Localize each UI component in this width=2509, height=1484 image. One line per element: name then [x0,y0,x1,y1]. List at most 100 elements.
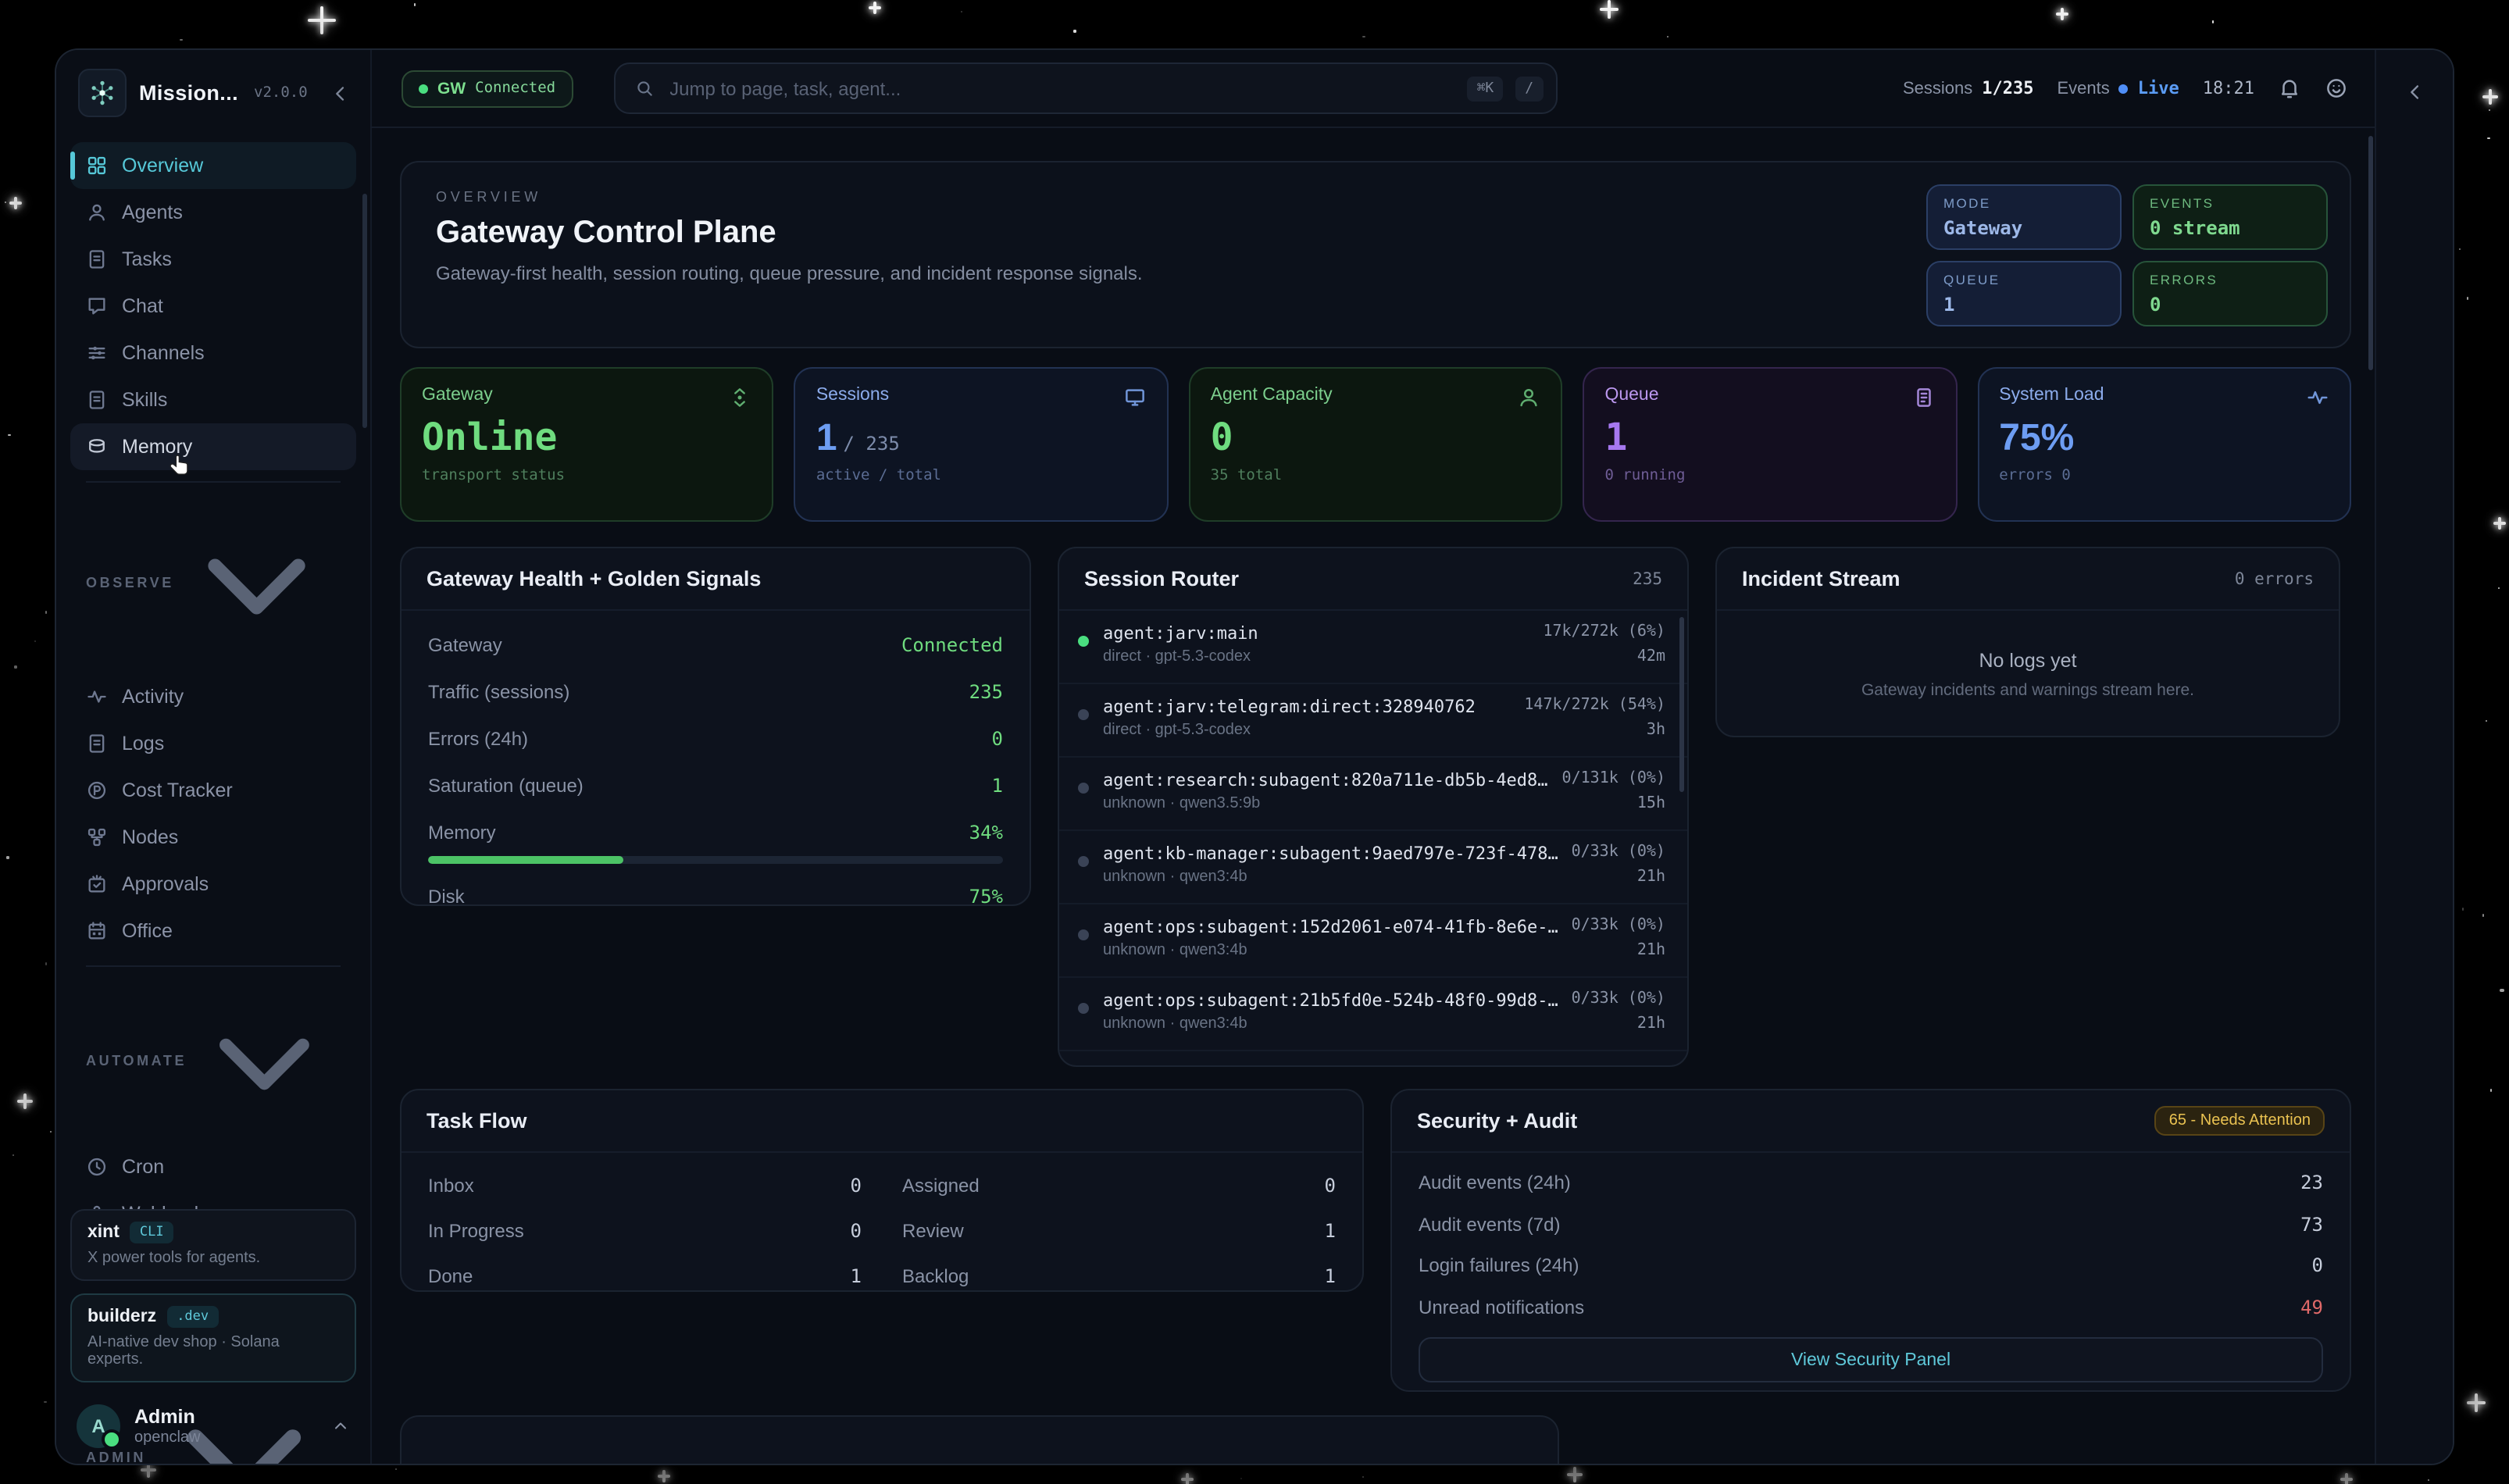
notification-bell-icon[interactable] [2278,77,2301,100]
sidebar-item-label: Overview [122,155,203,177]
sidebar: Mission... v2.0.0 Overview Agents Tasks [56,50,372,1464]
stat-sub: active / total [816,467,1147,484]
task-flow-panel: Task Flow Inbox 0 Assigned 0 In Progress… [400,1089,1364,1292]
stat-card-gateway[interactable]: Gateway Online transport status [400,367,774,522]
stat-card-queue[interactable]: Queue 1 0 running [1583,367,1957,522]
gateway-code: GW [437,79,466,98]
session-row[interactable]: agent:ops:subagent:152d2061-e074-41fb-8e… [1059,903,1687,976]
app-window: Mission... v2.0.0 Overview Agents Tasks [56,50,2453,1464]
search-input[interactable] [666,76,1454,101]
sidebar-section-observe[interactable]: OBSERVE [70,494,356,672]
sidebar-item-cron[interactable]: Cron [70,1143,356,1190]
task-flow-cell: Done 1 [428,1265,862,1287]
health-row: Errors (24h) 0 [428,728,1003,750]
session-list: agent:jarv:main17k/272k (6%) direct · gp… [1059,611,1687,1067]
session-age: 21h [1637,1015,1665,1033]
sidebar-item-label: Tasks [122,248,172,270]
stat-label: System Load [1999,386,2104,405]
sidebar-item-nodes[interactable]: Nodes [70,813,356,860]
section-label: AUTOMATE [86,1053,187,1068]
sidebar-item-label: Office [122,919,173,941]
user-menu[interactable]: A Admin openclaw [70,1395,356,1451]
security-row: Audit events (24h) 23 [1419,1172,2323,1193]
security-value-unread: 49 [2300,1296,2323,1318]
health-row: Gateway Connected [428,634,1003,656]
session-router-panel: Session Router 235 agent:jarv:main17k/27… [1058,547,1689,1067]
task-value: 1 [1325,1220,1336,1242]
user-icon [86,202,108,223]
session-list-scrollbar[interactable] [1679,617,1684,792]
main-scrollbar[interactable] [2368,136,2373,370]
view-security-panel-button[interactable]: View Security Panel [1419,1337,2323,1382]
sidebar-collapse-icon[interactable] [330,82,352,104]
sidebar-section-automate[interactable]: AUTOMATE [70,977,356,1143]
sidebar-item-tasks[interactable]: Tasks [70,236,356,283]
sidebar-item-overview[interactable]: Overview [70,142,356,189]
gateway-connected-badge[interactable]: GW Connected [402,70,573,107]
sidebar-item-label: Nodes [122,826,178,847]
stat-card-sessions[interactable]: Sessions 1/ 235 active / total [794,367,1169,522]
sidebar-item-activity[interactable]: Activity [70,672,356,719]
sidebar-item-channels[interactable]: Channels [70,330,356,376]
sidebar-item-label: Activity [122,685,184,707]
security-row: Unread notifications 49 [1419,1296,2323,1318]
health-label: Disk [428,886,465,906]
sidebar-item-label: Memory [122,436,192,458]
section-label: ADMIN [86,1450,146,1464]
empty-title: No logs yet [1979,650,2076,672]
sidebar-item-chat[interactable]: Chat [70,283,356,330]
activity-pulse-icon [86,685,108,707]
brand: Mission... v2.0.0 [56,50,370,130]
promo-card-builderz[interactable]: builderz .dev AI-native dev shop · Solan… [70,1293,356,1382]
session-row[interactable]: agent:research:subagent:820a711e-db5b-4e… [1059,756,1687,829]
clipped-bottom-panel [400,1415,1559,1464]
session-row[interactable]: agent:ops:subagent:21b5fd0e-524b-48f0-99… [1059,976,1687,1050]
stat-card-agent-capacity[interactable]: Agent Capacity 0 35 total [1189,367,1563,522]
session-row[interactable]: agent:jarv:telegram:direct:328940762147k… [1059,683,1687,756]
stat-value-suffix: / 235 [844,433,900,455]
file-text-icon [86,248,108,270]
collapse-panel-chevron-icon[interactable] [2404,81,2425,103]
sessions-label: Sessions [1903,79,1972,98]
events-value: Live [2138,78,2179,98]
sidebar-item-logs[interactable]: Logs [70,719,356,766]
sidebar-bottom: xint CLI X power tools for agents. build… [70,1209,356,1451]
sidebar-item-label: Skills [122,389,167,411]
health-value: 1 [992,775,1003,797]
chip-errors: ERRORS 0 [2132,261,2328,326]
sidebar-item-office[interactable]: Office [70,907,356,954]
global-search[interactable]: ⌘K / [613,62,1557,114]
stat-card-system-load[interactable]: System Load 75% errors 0 [1977,367,2351,522]
sidebar-item-skills[interactable]: Skills [70,376,356,423]
kbd-meta-k: ⌘K [1468,76,1504,101]
calendar-icon [86,919,108,941]
app-version: v2.0.0 [254,84,308,102]
health-row-memory: Memory 34% [428,822,1003,844]
session-name: agent:research:subagent:820a711e-db5b-4e… [1103,770,1548,790]
chip-label: ERRORS [2150,272,2311,287]
promo-card-xint[interactable]: xint CLI X power tools for agents. [70,1209,356,1281]
session-row[interactable]: agent:kb-manager:subagent:9aed797e-723f-… [1059,829,1687,903]
task-flow-cell: Backlog 1 [902,1265,1336,1287]
sidebar-item-approvals[interactable]: Approvals [70,860,356,907]
stat-sub: 35 total [1211,467,1541,484]
sidebar-item-agents[interactable]: Agents [70,189,356,236]
session-row-clipped[interactable]: agent:… [1059,1050,1687,1067]
sidebar-item-cost-tracker[interactable]: Cost Tracker [70,766,356,813]
security-value: 0 [2312,1254,2323,1276]
stat-value: 1 [1604,419,1935,458]
stat-sub: transport status [422,467,752,484]
session-row[interactable]: agent:jarv:main17k/272k (6%) direct · gp… [1059,611,1687,683]
smiley-icon[interactable] [2325,77,2348,100]
stat-value: 75% [1999,419,2329,458]
sidebar-item-memory[interactable]: Memory [70,423,356,470]
broadcast-icon [729,386,752,409]
health-row: Saturation (queue) 1 [428,775,1003,797]
session-name: agent:jarv:main [1103,623,1258,644]
session-age: 3h [1647,722,1665,739]
sidebar-scrollbar[interactable] [362,194,367,428]
kbd-slash: / [1515,76,1543,101]
panel-title: Gateway Health + Golden Signals [426,567,761,590]
promo-badge: CLI [130,1222,173,1243]
events-label: Events [2057,79,2109,98]
